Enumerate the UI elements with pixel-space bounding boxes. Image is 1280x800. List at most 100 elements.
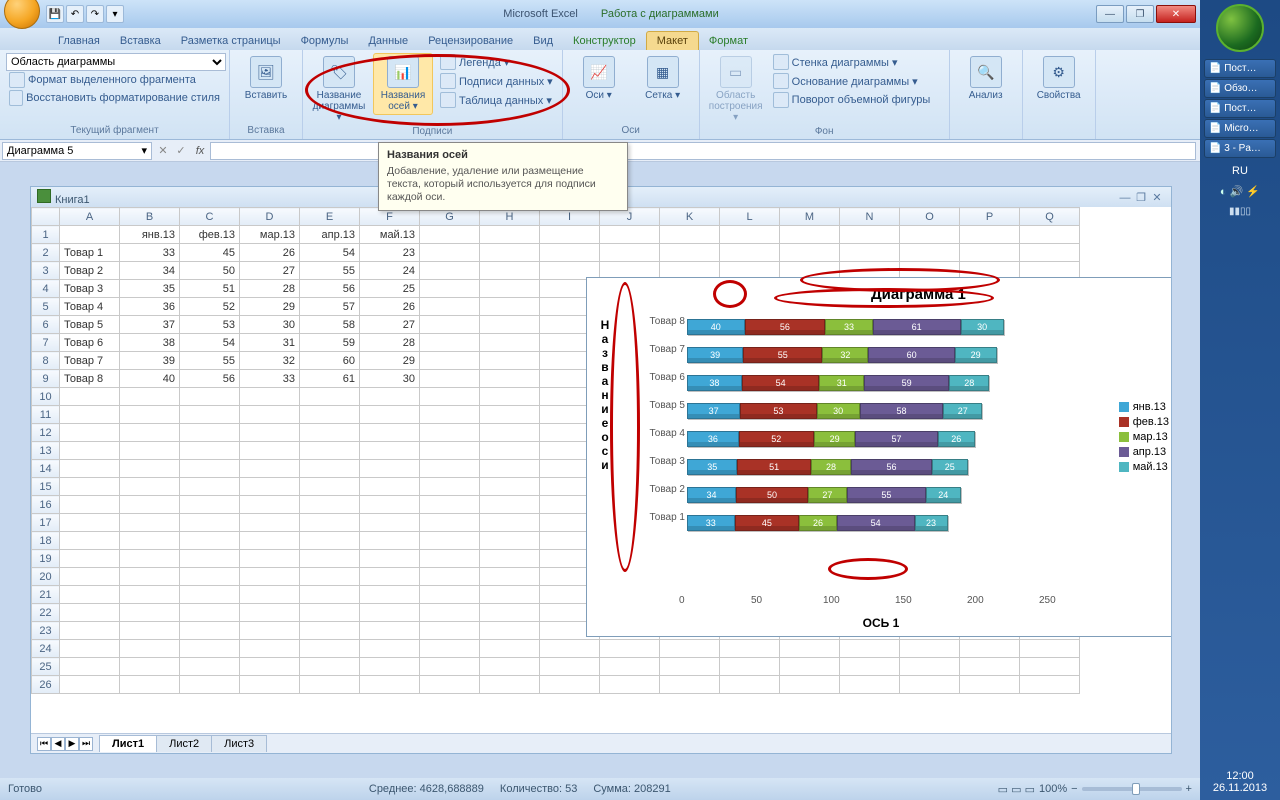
insert-button[interactable]: 🖼Вставить <box>236 53 296 104</box>
qat-button[interactable]: ↷ <box>86 5 104 23</box>
qat-button[interactable]: ↶ <box>66 5 84 23</box>
chart-element-selector[interactable]: Область диаграммы <box>6 53 226 71</box>
category-label: Товар 3 <box>647 456 685 467</box>
axis-titles-button[interactable]: 📊Названия осей ▾ <box>373 53 433 115</box>
bar-row: 3753305827 <box>687 402 982 424</box>
ribbon-tab[interactable]: Формулы <box>291 32 359 50</box>
legend-item[interactable]: фев.13 <box>1119 416 1169 428</box>
group-background: ▭Область построения ▾ Стенка диаграммы ▾… <box>700 50 950 139</box>
ribbon-tab[interactable]: Рецензирование <box>418 32 523 50</box>
sheet-tabs: ⏮◀▶⏭ Лист1Лист2Лист3 <box>31 733 1171 753</box>
data-labels-button[interactable]: Подписи данных ▾ <box>437 72 556 90</box>
ribbon: Область диаграммы Формат выделенного фра… <box>0 50 1200 140</box>
titlebar: 💾↶↷▾ Microsoft Excel Работа с диаграммам… <box>0 0 1200 28</box>
legend-icon <box>440 54 456 70</box>
tray-icons[interactable]: ◐ 🔊 ⚡ <box>1220 185 1260 198</box>
reset-style-button[interactable]: Восстановить форматирование стиля <box>6 89 223 107</box>
chart-title-button[interactable]: 🏷Название диаграммы ▾ <box>309 53 369 126</box>
fx-button[interactable]: fx <box>190 145 210 157</box>
taskbar-button[interactable]: 📄 Пост… <box>1204 99 1276 118</box>
embedded-chart[interactable]: Диаграмма 1 Название оси ОСЬ 1 янв.13 фев… <box>586 277 1171 637</box>
chart-floor-button[interactable]: Основание диаграммы ▾ <box>770 72 934 90</box>
windows-taskbar[interactable]: 📄 Пост…📄 Обзо…📄 Пост…📄 Micro…📄 3 - Pa… R… <box>1200 0 1280 800</box>
tab-nav-first[interactable]: ⏮ <box>37 737 51 751</box>
group-analysis: 🔍Анализ <box>950 50 1023 139</box>
group-axes: 📈Оси ▾ ▦Сетка ▾ Оси <box>563 50 700 139</box>
ribbon-tab[interactable]: Главная <box>48 32 110 50</box>
category-label: Товар 6 <box>647 372 685 383</box>
tab-nav-last[interactable]: ⏭ <box>79 737 93 751</box>
sheet-tab[interactable]: Лист1 <box>99 735 157 752</box>
taskbar-button[interactable]: 📄 Обзо… <box>1204 79 1276 98</box>
ribbon-tab[interactable]: Конструктор <box>563 32 646 50</box>
data-table-button[interactable]: Таблица данных ▾ <box>437 91 556 109</box>
group-current-selection: Область диаграммы Формат выделенного фра… <box>0 50 230 139</box>
workbook-title: Книга1 <box>55 194 90 206</box>
formula-input[interactable] <box>210 142 1196 160</box>
category-label: Товар 5 <box>647 400 685 411</box>
office-button[interactable] <box>4 0 40 29</box>
legend-item[interactable]: май.13 <box>1119 461 1169 473</box>
name-box[interactable]: Диаграмма 5▾ <box>2 142 152 160</box>
legend-item[interactable]: апр.13 <box>1119 446 1169 458</box>
zoom-control[interactable]: ▭ ▭ ▭ 100% −+ <box>998 783 1192 796</box>
wb-max[interactable]: ❐ <box>1133 191 1149 204</box>
x-axis-title[interactable]: ОСЬ 1 <box>863 616 900 630</box>
x-tick: 50 <box>751 595 762 606</box>
category-label: Товар 1 <box>647 512 685 523</box>
legend-item[interactable]: мар.13 <box>1119 431 1169 443</box>
legend-button[interactable]: Легенда ▾ <box>437 53 556 71</box>
taskbar-button[interactable]: 📄 Micro… <box>1204 119 1276 138</box>
bar-row: 3551285625 <box>687 458 968 480</box>
plot-area-button[interactable]: ▭Область построения ▾ <box>706 53 766 126</box>
ribbon-tab[interactable]: Разметка страницы <box>171 32 291 50</box>
bar-row: 3345265423 <box>687 514 948 536</box>
legend-item[interactable]: янв.13 <box>1119 401 1169 413</box>
chart-floor-icon <box>773 73 789 89</box>
analysis-icon: 🔍 <box>970 56 1002 88</box>
wb-min[interactable]: — <box>1117 192 1133 204</box>
bar-row: 3955326029 <box>687 346 997 368</box>
minimize-button[interactable]: — <box>1096 5 1124 23</box>
qat-button[interactable]: 💾 <box>46 5 64 23</box>
axes-button[interactable]: 📈Оси ▾ <box>569 53 629 104</box>
tooltip-axis-titles: Названия осей Добавление, удаление или р… <box>378 142 628 211</box>
workbook-window: Книга1 —❐✕ ABCDEFGHIJKLMNOPQ1янв.13фев.1… <box>30 186 1172 754</box>
bar-row: 3854315928 <box>687 374 989 396</box>
data-labels-icon <box>440 73 456 89</box>
chart-legend[interactable]: янв.13 фев.13 мар.13 апр.13 май.13 <box>1119 398 1169 476</box>
analysis-button[interactable]: 🔍Анализ <box>956 53 1016 104</box>
rotation-button[interactable]: Поворот объемной фигуры <box>770 91 934 109</box>
sheet-tab[interactable]: Лист2 <box>156 735 212 752</box>
y-axis-title[interactable]: Название оси <box>599 318 611 472</box>
category-label: Товар 8 <box>647 316 685 327</box>
properties-icon: ⚙ <box>1043 56 1075 88</box>
ribbon-tab[interactable]: Вставка <box>110 32 171 50</box>
context-tools-title: Работа с диаграммами <box>601 8 719 20</box>
ribbon-tab[interactable]: Формат <box>699 32 758 50</box>
properties-button[interactable]: ⚙Свойства <box>1029 53 1089 104</box>
bar-row: 3652295726 <box>687 430 975 452</box>
x-tick: 100 <box>823 595 840 606</box>
ribbon-tab[interactable]: Данные <box>358 32 418 50</box>
chart-title-icon: 🏷 <box>323 56 355 88</box>
sheet-tab[interactable]: Лист3 <box>211 735 267 752</box>
close-button[interactable]: ✕ <box>1156 5 1196 23</box>
taskbar-button[interactable]: 📄 3 - Pa… <box>1204 139 1276 158</box>
maximize-button[interactable]: ❐ <box>1126 5 1154 23</box>
language-indicator[interactable]: RU <box>1232 165 1248 177</box>
clock[interactable]: 12:00 26.11.2013 <box>1213 764 1267 800</box>
tab-nav-prev[interactable]: ◀ <box>51 737 65 751</box>
start-button[interactable] <box>1216 4 1264 52</box>
ribbon-tab[interactable]: Макет <box>646 31 699 50</box>
qat-button[interactable]: ▾ <box>106 5 124 23</box>
tab-nav-next[interactable]: ▶ <box>65 737 79 751</box>
taskbar-button[interactable]: 📄 Пост… <box>1204 59 1276 78</box>
chart-title[interactable]: Диаграмма 1 <box>871 286 966 303</box>
insert-icon: 🖼 <box>250 56 282 88</box>
chart-wall-button[interactable]: Стенка диаграммы ▾ <box>770 53 934 71</box>
wb-close[interactable]: ✕ <box>1149 191 1165 204</box>
format-selection-button[interactable]: Формат выделенного фрагмента <box>6 71 223 89</box>
ribbon-tab[interactable]: Вид <box>523 32 563 50</box>
gridlines-button[interactable]: ▦Сетка ▾ <box>633 53 693 104</box>
